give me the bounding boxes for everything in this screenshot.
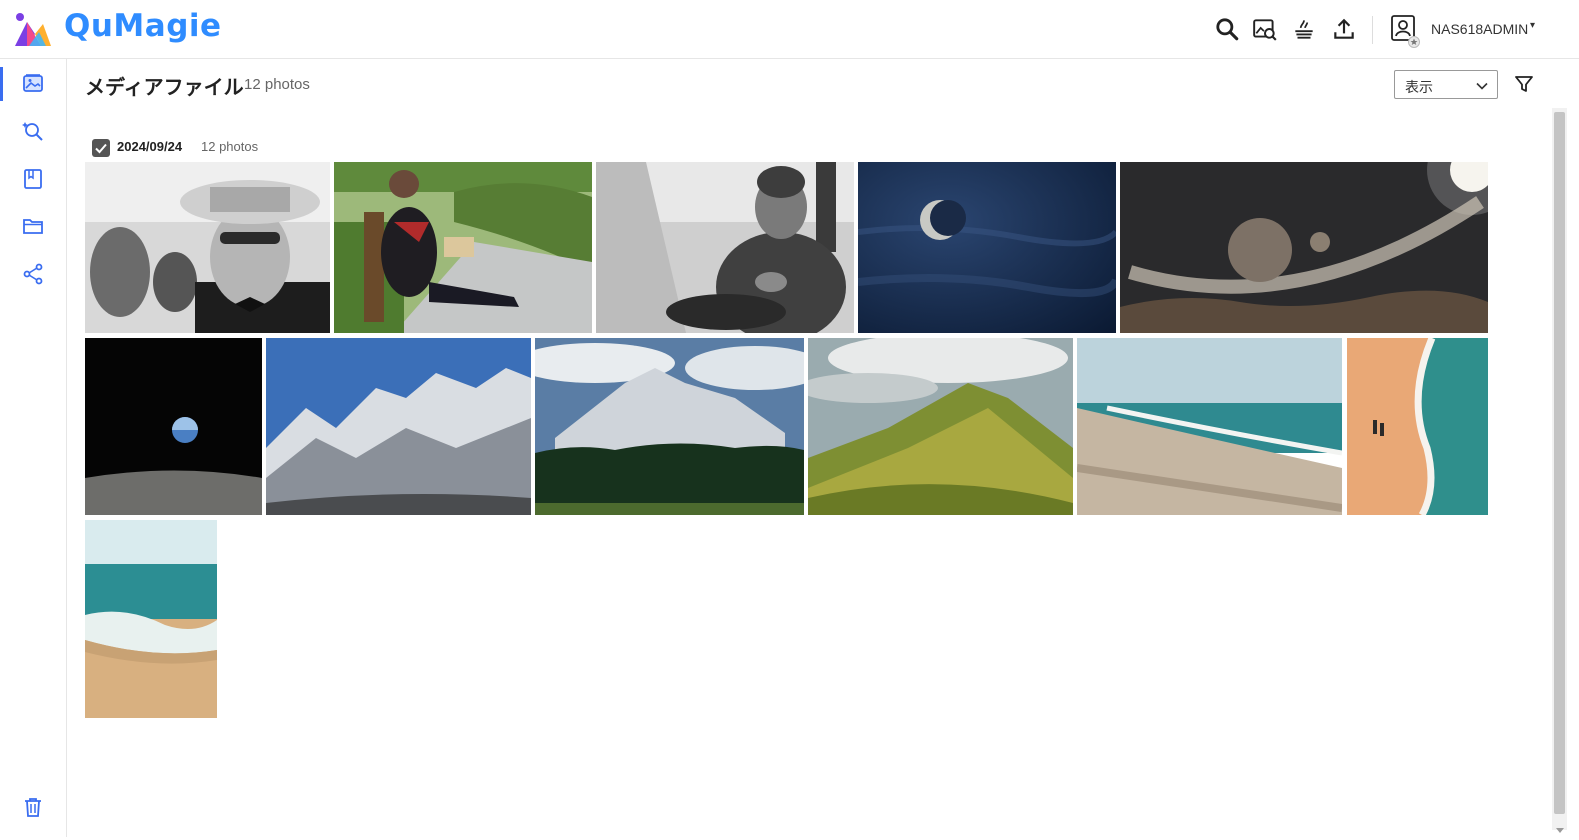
sidebar (0, 59, 67, 837)
trash-icon (25, 798, 41, 817)
photo-thumbnail[interactable] (596, 162, 854, 333)
group-date: 2024/09/24 (117, 139, 183, 154)
photo-thumbnail[interactable] (85, 520, 217, 718)
photo-thumbnail[interactable] (85, 162, 330, 333)
app-logo-text: QuMagie (64, 8, 222, 44)
header-divider (1372, 16, 1373, 44)
image-search-icon[interactable] (1252, 16, 1278, 42)
app-header: QuMagie NAS618ADMIN ▾ (0, 0, 1579, 59)
qumagie-logo-icon[interactable] (13, 12, 53, 48)
view-mode-select[interactable]: 表示 (1394, 70, 1498, 99)
scroll-down-arrow-icon[interactable] (1555, 822, 1565, 833)
user-avatar-icon[interactable] (1390, 14, 1420, 48)
sidebar-item-trash[interactable] (0, 785, 66, 829)
sidebar-item-shared[interactable] (0, 252, 66, 296)
photo-thumbnail[interactable] (1077, 338, 1342, 515)
filter-icon[interactable] (1513, 73, 1535, 95)
share-icon (23, 263, 43, 285)
background-task-icon[interactable] (1291, 16, 1317, 42)
user-name[interactable]: NAS618ADMIN (1431, 21, 1528, 37)
sidebar-item-albums[interactable] (0, 157, 66, 201)
scrollbar-thumb[interactable] (1554, 112, 1565, 814)
chevron-down-icon (1476, 82, 1488, 90)
photo-album-icon (23, 74, 43, 92)
sidebar-item-smart-search[interactable] (0, 109, 66, 153)
search-icon[interactable] (1214, 16, 1240, 42)
folder-icon (23, 219, 43, 234)
magic-search-icon (22, 122, 43, 141)
page-title: メディアファイル (85, 77, 244, 99)
photo-thumbnail[interactable] (858, 162, 1116, 333)
photo-thumbnail[interactable] (85, 338, 262, 515)
group-select-checkbox[interactable] (92, 139, 110, 157)
group-photo-count: 12 photos (201, 139, 259, 154)
photo-thumbnail[interactable] (334, 162, 592, 333)
photo-thumbnail[interactable] (535, 338, 804, 515)
sidebar-item-folders[interactable] (0, 204, 66, 248)
upload-icon[interactable] (1331, 16, 1357, 42)
user-menu-caret-icon[interactable]: ▾ (1530, 20, 1535, 31)
album-book-icon (24, 169, 42, 189)
photo-thumbnail[interactable] (266, 338, 531, 515)
photo-thumbnail[interactable] (1120, 162, 1488, 333)
view-mode-value: 表示 (1405, 79, 1433, 95)
page-photo-count: 12 photos (244, 76, 310, 93)
photo-thumbnail[interactable] (1347, 338, 1488, 515)
photo-thumbnail[interactable] (808, 338, 1073, 515)
sidebar-item-photos[interactable] (0, 61, 66, 105)
